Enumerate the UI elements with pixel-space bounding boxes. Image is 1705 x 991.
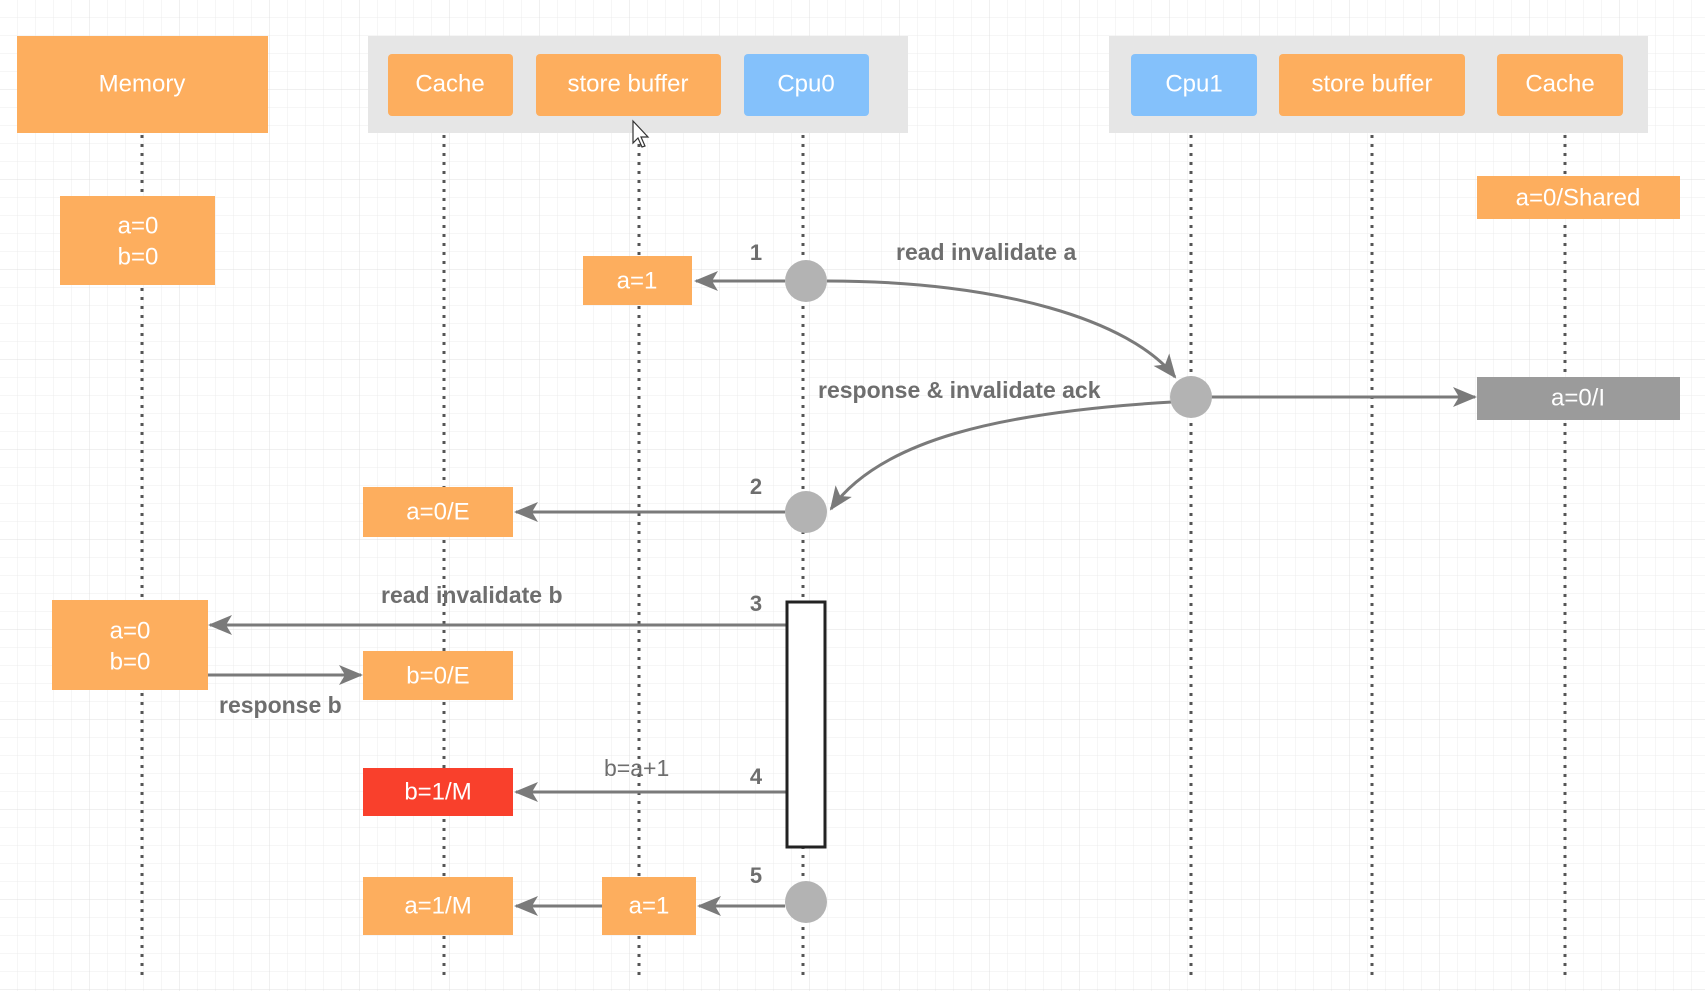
- state-cpu0-sb-a1[interactable]: a=1: [583, 256, 692, 305]
- step-5-label: 5: [750, 863, 762, 888]
- label: b=1/M: [404, 778, 471, 805]
- step-3-label: 3: [750, 591, 762, 616]
- label-response-b: response b: [219, 692, 342, 718]
- label: a=0: [118, 212, 159, 239]
- label-b-assign: b=a+1: [604, 755, 669, 781]
- state-cpu0-cache-a0e[interactable]: a=0/E: [363, 487, 513, 537]
- label-read-invalidate-a: read invalidate a: [896, 239, 1076, 265]
- label: b=0: [118, 243, 159, 270]
- state-memory-initial[interactable]: a=0 b=0: [60, 196, 215, 285]
- state-cpu1-cache-invalid[interactable]: a=0/I: [1477, 377, 1680, 420]
- participant-cpu0-cache[interactable]: Cache: [388, 54, 513, 116]
- label: b=0/E: [406, 662, 469, 689]
- label: a=0: [110, 617, 151, 644]
- label-read-invalidate-b: read invalidate b: [381, 582, 563, 608]
- label: a=1: [617, 267, 658, 294]
- state-cpu1-cache-shared[interactable]: a=0/Shared: [1477, 176, 1680, 219]
- sequence-diagram: Memory Cache store buffer Cpu0 Cpu1 stor…: [0, 0, 1705, 991]
- step-1-label: 1: [750, 240, 762, 265]
- participant-cpu0-store-buffer[interactable]: store buffer: [536, 54, 721, 116]
- label: a=0/I: [1551, 384, 1605, 411]
- cpu1-event[interactable]: [1170, 376, 1212, 418]
- label: store buffer: [1312, 70, 1433, 97]
- label: Cache: [415, 70, 484, 97]
- cpu0-event-step1[interactable]: [785, 260, 827, 302]
- participant-cpu1-store-buffer[interactable]: store buffer: [1279, 54, 1465, 116]
- state-cpu0-cache-b1m[interactable]: b=1/M: [363, 768, 513, 816]
- label: b=0: [110, 648, 151, 675]
- state-cpu0-cache-a1m[interactable]: a=1/M: [363, 877, 513, 935]
- cpu0-event-step2[interactable]: [785, 491, 827, 533]
- label: Cache: [1525, 70, 1594, 97]
- state-cpu0-cache-b0e[interactable]: b=0/E: [363, 651, 513, 700]
- label: store buffer: [568, 70, 689, 97]
- step-2-label: 2: [750, 474, 762, 499]
- step-4-label: 4: [750, 764, 763, 789]
- label-response-invalidate-ack: response & invalidate ack: [818, 377, 1101, 403]
- participant-memory[interactable]: Memory: [17, 36, 268, 133]
- grid-background: [0, 0, 1705, 991]
- participant-cpu1[interactable]: Cpu1: [1131, 54, 1257, 116]
- participant-cpu1-cache[interactable]: Cache: [1497, 54, 1623, 116]
- label: a=0/E: [406, 498, 469, 525]
- label: a=0/Shared: [1516, 184, 1641, 211]
- label: Cpu1: [1165, 70, 1222, 97]
- label: a=1/M: [404, 892, 471, 919]
- participant-cpu0[interactable]: Cpu0: [744, 54, 869, 116]
- state-cpu0-sb-a1-step5[interactable]: a=1: [602, 877, 696, 935]
- state-memory-step3[interactable]: a=0 b=0: [52, 600, 208, 690]
- memory-label: Memory: [99, 70, 186, 97]
- cpu0-event-step5[interactable]: [785, 881, 827, 923]
- label: Cpu0: [777, 70, 834, 97]
- label: a=1: [629, 892, 670, 919]
- cpu0-activation-bar[interactable]: [785, 600, 827, 849]
